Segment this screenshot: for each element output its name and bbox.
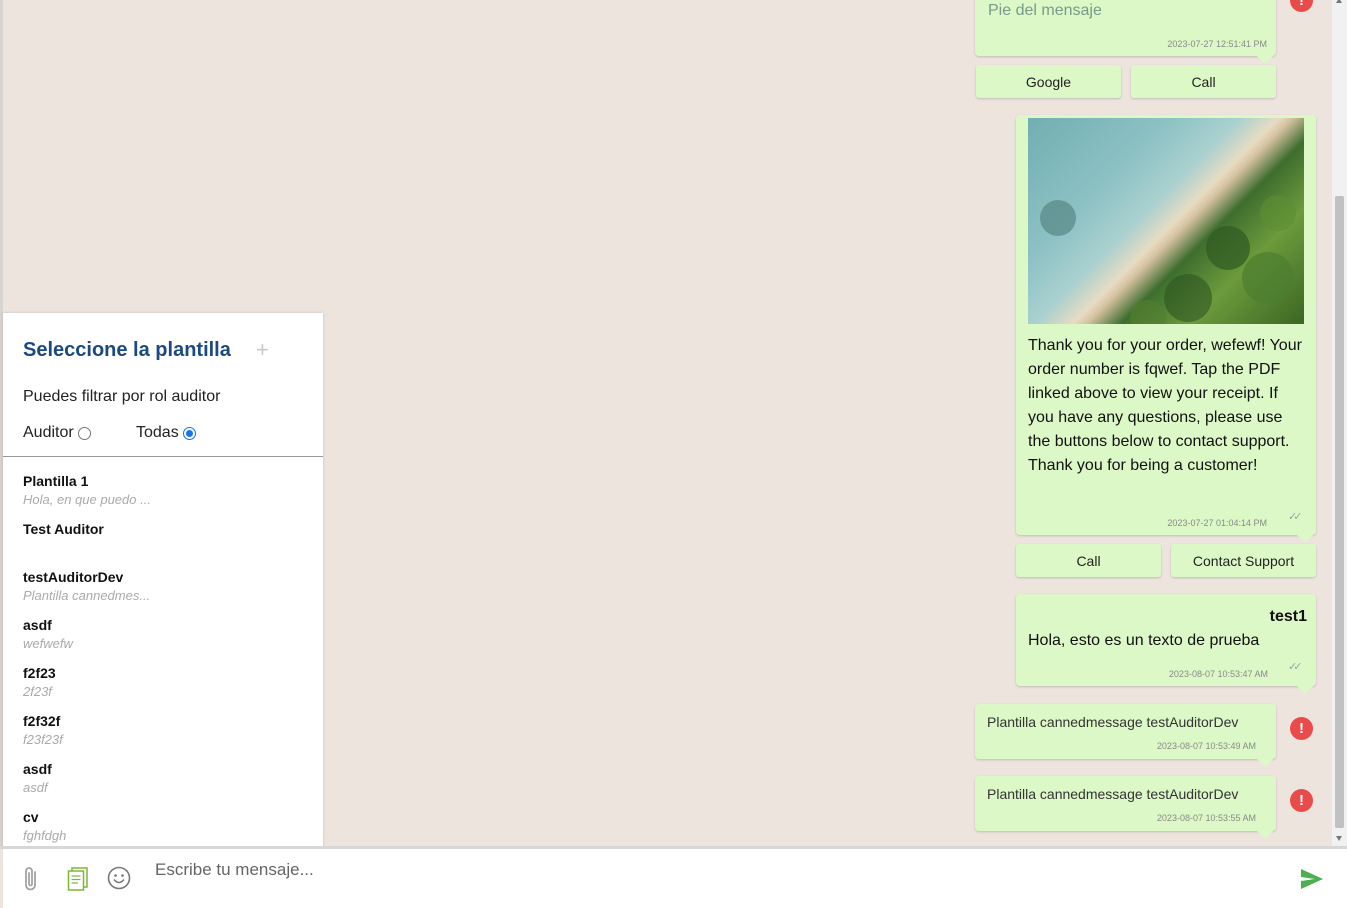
contact-support-button[interactable]: Contact Support xyxy=(1171,544,1316,577)
quick-reply-call-button[interactable]: Call xyxy=(1131,65,1276,98)
radio-todas-label: Todas xyxy=(136,424,179,441)
emoji-icon[interactable] xyxy=(107,866,131,895)
paperclip-icon[interactable] xyxy=(23,865,39,898)
template-item[interactable]: f2f23 2f23f xyxy=(23,665,313,713)
radio-auditor-circle[interactable] xyxy=(77,426,91,440)
read-checkmark-icon: ✓✓ xyxy=(1288,511,1303,523)
chat-scrollbar[interactable] xyxy=(1332,0,1347,846)
bubble-tail xyxy=(1297,535,1313,543)
message-timestamp: 2023-07-27 12:51:41 PM xyxy=(1167,39,1267,49)
quick-reply-google-button[interactable]: Google xyxy=(976,65,1121,98)
template-preview: f23f23f xyxy=(23,732,63,747)
message-bubble-1: Pie del mensaje 2023-07-27 12:51:41 PM xyxy=(975,0,1276,56)
read-checkmark-icon: ✓✓ xyxy=(1288,661,1303,673)
template-item[interactable]: Test Auditor xyxy=(23,521,313,569)
message-footer: Pie del mensaje xyxy=(988,2,1102,19)
template-name: f2f23 xyxy=(23,665,56,681)
template-name: f2f32f xyxy=(23,713,61,729)
template-name: testAuditorDev xyxy=(23,569,124,585)
scrollbar-thumb[interactable] xyxy=(1335,196,1344,828)
radio-auditor-label: Auditor xyxy=(23,424,74,441)
template-name: Test Auditor xyxy=(23,521,104,537)
message-timestamp: 2023-07-27 01:04:14 PM xyxy=(1167,518,1267,528)
message-text: Hola, esto es un texto de prueba xyxy=(1028,632,1260,649)
template-preview: Plantilla cannedmes... xyxy=(23,588,151,603)
message-composer xyxy=(3,849,1347,908)
scroll-up-arrow-icon[interactable] xyxy=(1336,0,1342,3)
template-icon[interactable] xyxy=(67,867,89,896)
template-preview: wefwefw xyxy=(23,636,73,651)
add-template-icon[interactable]: + xyxy=(256,337,269,363)
message-bubble-4: Plantilla cannedmessage testAuditorDev 2… xyxy=(975,704,1276,759)
template-selection-panel: Seleccione la plantilla + Puedes filtrar… xyxy=(3,313,323,849)
template-item[interactable]: asdf asdf xyxy=(23,761,313,809)
message-timestamp: 2023-08-07 10:53:55 AM xyxy=(1156,813,1256,823)
template-preview: fghfdgh xyxy=(23,828,67,843)
template-list: Plantilla 1 Hola, en que puedo ... Test A… xyxy=(23,473,313,857)
template-item[interactable]: f2f32f f23f23f xyxy=(23,713,313,761)
filter-label: Puedes filtrar por rol auditor xyxy=(23,388,221,405)
message-text: Thank you for your order, wefewf! Your o… xyxy=(1028,337,1302,474)
error-icon[interactable]: ! xyxy=(1290,717,1313,740)
radio-auditor[interactable]: Auditor xyxy=(23,424,91,442)
send-icon[interactable] xyxy=(1300,868,1324,895)
message-text: Plantilla cannedmessage testAuditorDev xyxy=(987,714,1239,730)
template-item[interactable]: asdf wefwefw xyxy=(23,617,313,665)
template-preview: Hola, en que puedo ... xyxy=(23,492,151,507)
error-icon[interactable]: ! xyxy=(1290,0,1313,12)
message-timestamp: 2023-08-07 10:53:47 AM xyxy=(1168,669,1268,679)
radio-todas-circle[interactable] xyxy=(182,426,196,440)
template-name: Plantilla 1 xyxy=(23,473,89,489)
scroll-down-arrow-icon[interactable] xyxy=(1336,836,1342,841)
template-preview: asdf xyxy=(23,780,48,795)
template-name: asdf xyxy=(23,617,52,633)
bubble-tail xyxy=(1257,831,1273,839)
template-item[interactable]: testAuditorDev Plantilla cannedmes... xyxy=(23,569,313,617)
message-input[interactable] xyxy=(153,857,1257,883)
bubble-tail xyxy=(1297,686,1313,694)
bubble-tail xyxy=(1257,56,1273,64)
message-bubble-3: test1 Hola, esto es un texto de prueba 2… xyxy=(1016,594,1316,686)
template-name: asdf xyxy=(23,761,52,777)
bubble-tail xyxy=(1257,759,1273,767)
error-icon[interactable]: ! xyxy=(1290,789,1313,812)
message-header: test1 xyxy=(1269,608,1307,625)
template-item[interactable]: Plantilla 1 Hola, en que puedo ... xyxy=(23,473,313,521)
panel-title: Seleccione la plantilla xyxy=(23,339,231,361)
template-name: cv xyxy=(23,809,39,825)
message-timestamp: 2023-08-07 10:53:49 AM xyxy=(1156,741,1256,751)
message-bubble-5: Plantilla cannedmessage testAuditorDev 2… xyxy=(975,776,1276,831)
panel-divider xyxy=(3,456,323,457)
radio-todas[interactable]: Todas xyxy=(136,424,196,442)
template-preview: 2f23f xyxy=(23,684,52,699)
beach-aerial-photo[interactable] xyxy=(1028,118,1304,324)
quick-reply-call-button-2[interactable]: Call xyxy=(1016,544,1161,577)
message-text: Plantilla cannedmessage testAuditorDev xyxy=(987,786,1239,802)
photo-graphic xyxy=(1040,195,1296,324)
